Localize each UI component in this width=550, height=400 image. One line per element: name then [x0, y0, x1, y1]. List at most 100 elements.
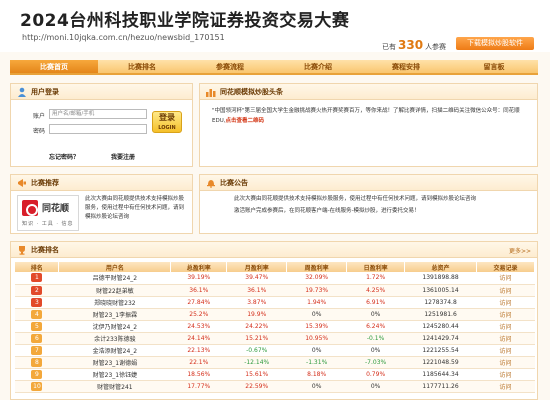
password-input[interactable]: [49, 124, 147, 134]
notice-item[interactable]: 此次大赛由同花顺提供技术支持模拟炒股服务，使用过程中有任何技术问题，请到模拟炒股…: [234, 195, 532, 204]
month-cell: -0.67%: [226, 344, 287, 357]
month-cell: 3.87%: [226, 296, 287, 309]
assets-cell: 1177711.26: [404, 380, 477, 393]
rank-badge: 3: [31, 297, 43, 307]
link-cell[interactable]: 访问: [476, 332, 535, 345]
login-panel: 用户登录 账户 用户名/邮箱/手机 密码 登录 LOGIN 忘记密码？ 我要注册: [10, 83, 193, 167]
link-cell[interactable]: 访问: [476, 380, 535, 393]
assets-cell: 1245280.44: [404, 320, 477, 333]
recommend-panel: 比赛推荐 同花顺 知识 · 工具 · 信息 此次大赛由同花顺提供技术支持模拟炒股…: [10, 174, 193, 234]
week-cell: 0%: [286, 344, 347, 357]
register-link[interactable]: 我要注册: [111, 152, 135, 161]
notice-panel-header: 比赛公告: [200, 175, 537, 191]
notice-panel: 比赛公告 此次大赛由同花顺提供技术支持模拟炒股服务，使用过程中有任何技术问题，请…: [199, 174, 538, 234]
link-cell[interactable]: 访问: [476, 320, 535, 333]
total-cell: 25.2%: [170, 308, 227, 321]
link-cell[interactable]: 访问: [476, 308, 535, 321]
month-cell: 15.21%: [226, 332, 287, 345]
logo-tagline: 知识 · 工具 · 信息: [22, 221, 74, 227]
col-assets: 总资产: [404, 262, 478, 272]
rank-badge: 1: [31, 273, 43, 283]
ranking-body: 1 吕德平财管24_2 39.19% 39.47% 32.09% 1.72% 1391898…: [15, 272, 535, 393]
ranking-title: 比赛排名: [31, 246, 59, 254]
week-cell: -1.31%: [286, 356, 347, 369]
nav-ranking[interactable]: 比赛排名: [98, 60, 186, 73]
col-records: 交易记录: [476, 262, 535, 272]
link-cell[interactable]: 访问: [476, 356, 535, 369]
notice-item[interactable]: 激活账户完成参赛后，在同花顺客户端-在线服务-模拟炒股，进行委托交易！: [234, 207, 532, 216]
total-cell: 27.84%: [170, 296, 227, 309]
participants-suffix: 人参赛: [425, 43, 447, 51]
qr-code-link[interactable]: 点击查看二维码: [225, 118, 264, 124]
user-cell: 沈伊乃财管24_2: [58, 320, 171, 333]
assets-cell: 1241429.74: [404, 332, 477, 345]
day-cell: -7.03%: [346, 356, 405, 369]
col-week: 周盈利率: [286, 262, 348, 272]
ranking-panel-header: 比赛排名 更多>>: [11, 242, 537, 258]
nav-message-board[interactable]: 留言板: [450, 60, 538, 73]
total-cell: 36.1%: [170, 284, 227, 297]
total-cell: 22.13%: [170, 344, 227, 357]
month-cell: 36.1%: [226, 284, 287, 297]
rank-cell: 10: [15, 380, 59, 393]
tonghuashun-logo[interactable]: 同花顺 知识 · 工具 · 信息: [17, 195, 79, 231]
day-cell: -0.1%: [346, 332, 405, 345]
rank-badge: 4: [31, 309, 43, 319]
day-cell: 6.91%: [346, 296, 405, 309]
login-button[interactable]: 登录 LOGIN: [152, 111, 182, 133]
page-url[interactable]: http://moni.10jqka.com.cn/hezuo/newsbid_…: [22, 33, 225, 42]
link-cell[interactable]: 访问: [476, 284, 535, 297]
logo-mark-icon: [22, 200, 38, 216]
trophy-icon: [19, 246, 25, 255]
table-row: 10 财管财管241 17.77% 22.59% 0% 0% 1177711.26 访问: [15, 380, 535, 393]
day-cell: 6.24%: [346, 320, 405, 333]
table-row: 1 吕德平财管24_2 39.19% 39.47% 32.09% 1.72% 1391898…: [15, 272, 535, 285]
rank-cell: 3: [15, 296, 59, 309]
ranking-more-link[interactable]: 更多>>: [509, 246, 531, 255]
ranking-table: 排名 用户名 总盈利率 月盈利率 周盈利率 日盈利率 总资产 交易记录 1 吕德平…: [15, 262, 535, 393]
rank-cell: 9: [15, 368, 59, 381]
download-software-button[interactable]: 下载模拟炒股软件: [456, 37, 534, 50]
nav-intro[interactable]: 比赛介绍: [274, 60, 362, 73]
assets-cell: 1278374.8: [404, 296, 477, 309]
rank-cell: 5: [15, 320, 59, 333]
assets-cell: 1221255.54: [404, 344, 477, 357]
link-cell[interactable]: 访问: [476, 368, 535, 381]
participants-prefix: 已有: [382, 43, 396, 51]
col-month: 月盈利率: [226, 262, 288, 272]
recommend-panel-header: 比赛推荐: [11, 175, 192, 191]
login-button-label: 登录: [159, 113, 175, 122]
week-cell: 15.39%: [286, 320, 347, 333]
assets-cell: 1391898.88: [404, 272, 477, 285]
nav-home[interactable]: 比赛首页: [10, 60, 98, 73]
rank-badge: 6: [31, 333, 43, 343]
user-cell: 余计233陈德骏: [58, 332, 171, 345]
login-panel-header: 用户登录: [11, 84, 192, 100]
user-cell: 吕德平财管24_2: [58, 272, 171, 285]
link-cell[interactable]: 访问: [476, 272, 535, 285]
month-cell: 22.59%: [226, 380, 287, 393]
week-cell: 10.95%: [286, 332, 347, 345]
page-header: 2024台州科技职业学院证券投资交易大赛 http://moni.10jqka.…: [0, 0, 550, 52]
month-cell: 15.61%: [226, 368, 287, 381]
rank-badge: 2: [31, 285, 43, 295]
notice-title: 比赛公告: [220, 179, 248, 187]
link-cell[interactable]: 访问: [476, 344, 535, 357]
table-row: 3 郑晓晓财管232 27.84% 3.87% 1.94% 6.91% 1278374.8 访…: [15, 296, 535, 309]
total-cell: 17.77%: [170, 380, 227, 393]
table-row: 5 沈伊乃财管24_2 24.53% 24.22% 15.39% 6.24% 1245280…: [15, 320, 535, 333]
assets-cell: 1185644.34: [404, 368, 477, 381]
total-cell: 22.1%: [170, 356, 227, 369]
nav-schedule[interactable]: 赛程安排: [362, 60, 450, 73]
day-cell: 0%: [346, 380, 405, 393]
forgot-password-link[interactable]: 忘记密码？: [49, 152, 79, 161]
nav-process[interactable]: 参赛流程: [186, 60, 274, 73]
month-cell: -12.14%: [226, 356, 287, 369]
total-cell: 24.53%: [170, 320, 227, 333]
recommend-title: 比赛推荐: [31, 179, 59, 187]
link-cell[interactable]: 访问: [476, 296, 535, 309]
user-icon: [18, 87, 26, 97]
day-cell: 4.25%: [346, 284, 405, 297]
account-input[interactable]: 用户名/邮箱/手机: [49, 109, 147, 119]
user-cell: 财管23_1谢德娟: [58, 356, 171, 369]
